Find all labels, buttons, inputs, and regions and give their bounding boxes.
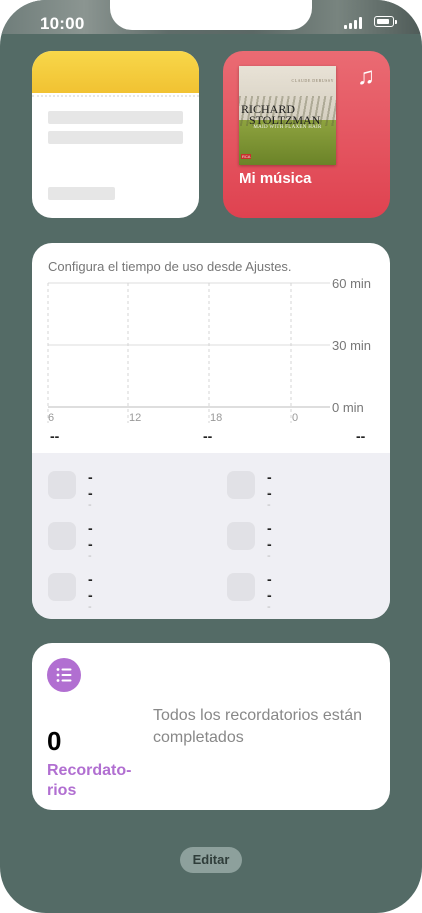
app-icon-placeholder xyxy=(48,522,76,550)
notes-header xyxy=(32,51,199,93)
album-subtitle: MAID WITH FLAXEN HAIR xyxy=(253,125,322,130)
notch xyxy=(110,0,312,30)
app-usage-time: -- xyxy=(267,538,271,562)
app-usage-time: -- xyxy=(88,589,92,613)
summary-right: -- xyxy=(356,428,366,444)
x-label-12: 12 xyxy=(129,412,141,424)
notes-divider xyxy=(32,93,199,97)
status-time: 10:00 xyxy=(40,14,85,33)
x-label-0: 0 xyxy=(292,412,298,424)
summary-left: -- xyxy=(50,428,60,444)
app-icon-placeholder xyxy=(48,573,76,601)
notes-placeholder-line xyxy=(48,111,183,124)
signal-icon xyxy=(344,17,366,29)
reminders-message: Todos los recordatorios están completado… xyxy=(153,707,362,746)
y-label-60: 60 min xyxy=(332,276,371,291)
app-usage-time: -- xyxy=(267,487,271,511)
home-screen: 10:00 CLAUDE DEBUSSY RICHARD STOLTZMAN M… xyxy=(0,0,422,913)
battery-icon xyxy=(374,16,397,27)
app-icon-placeholder xyxy=(227,573,255,601)
screen-time-chart: 60 min 30 min 0 min 6 12 18 0 -- -- -- xyxy=(47,276,371,444)
y-label-0: 0 min xyxy=(332,400,364,415)
notes-placeholder-date xyxy=(48,187,115,200)
music-widget[interactable]: CLAUDE DEBUSSY RICHARD STOLTZMAN MAID WI… xyxy=(223,51,390,218)
y-label-30: 30 min xyxy=(332,338,371,353)
x-label-6: 6 xyxy=(48,412,54,424)
app-icon-placeholder xyxy=(227,471,255,499)
notes-widget[interactable] xyxy=(32,51,199,218)
app-usage-time: -- xyxy=(267,589,271,613)
app-icon-placeholder xyxy=(227,522,255,550)
reminders-count: 0 xyxy=(47,726,62,756)
notes-placeholder-line xyxy=(48,131,183,144)
app-usage-time: -- xyxy=(88,487,92,511)
list-icon xyxy=(47,658,81,692)
x-label-18: 18 xyxy=(210,412,222,424)
app-icon-placeholder xyxy=(48,471,76,499)
music-widget-label: Mi música xyxy=(239,170,312,187)
music-note-icon: ♫ xyxy=(357,63,375,90)
edit-button[interactable]: Editar xyxy=(180,847,242,873)
summary-center: -- xyxy=(203,428,213,444)
album-label-mark: RCA xyxy=(241,154,252,159)
screen-time-app-list: -- -- -- -- -- -- -- -- -- -- -- -- xyxy=(32,453,390,619)
reminders-widget[interactable]: 0 Recordato-rios Todos los recordatorios… xyxy=(32,643,390,810)
album-cover[interactable]: CLAUDE DEBUSSY RICHARD STOLTZMAN MAID WI… xyxy=(239,66,336,165)
album-top-text: CLAUDE DEBUSSY xyxy=(291,78,334,83)
reminders-label: Recordato-rios xyxy=(47,762,132,799)
screen-time-widget[interactable]: Configura el tiempo de uso desde Ajustes… xyxy=(32,243,390,619)
app-usage-time: -- xyxy=(88,538,92,562)
